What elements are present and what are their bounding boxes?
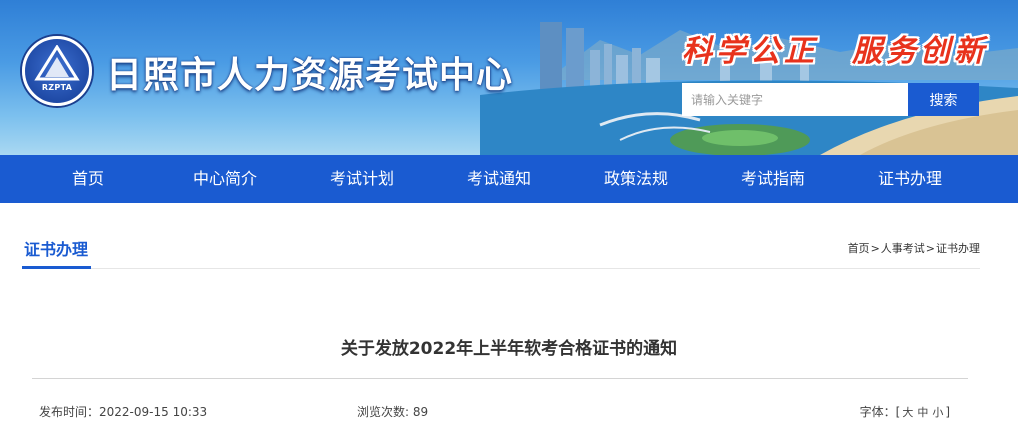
font-bracket-close: ] [945, 405, 950, 419]
publish-info: 发布时间：2022-09-15 10:33 [39, 403, 207, 420]
breadcrumb-home[interactable]: 首页 [848, 242, 870, 255]
breadcrumb-separator: > [925, 242, 935, 255]
header-banner: RZPTA 日照市人力资源考试中心 科学公正 服务创新 搜索 [0, 0, 1018, 155]
search-button[interactable]: 搜索 [908, 83, 979, 116]
search-input[interactable] [682, 83, 908, 116]
center-logo[interactable]: RZPTA [22, 36, 92, 106]
breadcrumb-separator: > [870, 242, 880, 255]
main-nav: 首页 中心简介 考试计划 考试通知 政策法规 考试指南 证书办理 [0, 155, 1018, 203]
nav-item-exam-plan[interactable]: 考试计划 [302, 155, 422, 203]
view-count-info: 浏览次数: 89 [357, 403, 428, 420]
font-size-label: 字体： [859, 405, 896, 419]
font-size-control: 字体：[大中小] [860, 403, 950, 420]
nav-item-policy[interactable]: 政策法规 [576, 155, 696, 203]
breadcrumb: 首页>人事考试>证书办理 [848, 240, 980, 256]
section-header: 证书办理 首页>人事考试>证书办理 [22, 228, 980, 269]
section-title-underline [22, 266, 91, 269]
breadcrumb-personnel-exam[interactable]: 人事考试 [881, 242, 925, 255]
mountain-logo-icon [34, 45, 80, 81]
site-title[interactable]: 日照市人力资源考试中心 [106, 46, 513, 98]
nav-item-certificate[interactable]: 证书办理 [850, 155, 970, 203]
nav-item-exam-guide[interactable]: 考试指南 [713, 155, 833, 203]
font-size-small[interactable]: 小 [932, 406, 943, 419]
publish-time: 2022-09-15 10:33 [99, 405, 208, 419]
logo-text: RZPTA [41, 83, 73, 92]
article-title: 关于发放2022年上半年软考合格证书的通知 [340, 339, 678, 359]
publish-label: 发布时间： [39, 405, 100, 419]
article-divider [32, 378, 968, 379]
nav-item-home[interactable]: 首页 [28, 155, 148, 203]
nav-item-exam-notice[interactable]: 考试通知 [439, 155, 559, 203]
nav-item-about[interactable]: 中心简介 [165, 155, 285, 203]
font-bracket-open: [ [895, 405, 901, 419]
section-title: 证书办理 [24, 240, 89, 259]
font-size-large[interactable]: 大 [902, 406, 913, 419]
slogan-right: 服务创新 [852, 34, 988, 69]
slogan-left: 科学公正 [682, 34, 818, 69]
views-label: 浏览次数: [357, 405, 413, 419]
breadcrumb-certificate[interactable]: 证书办理 [936, 242, 980, 255]
font-size-medium[interactable]: 中 [917, 406, 928, 419]
view-count: 89 [412, 405, 429, 419]
